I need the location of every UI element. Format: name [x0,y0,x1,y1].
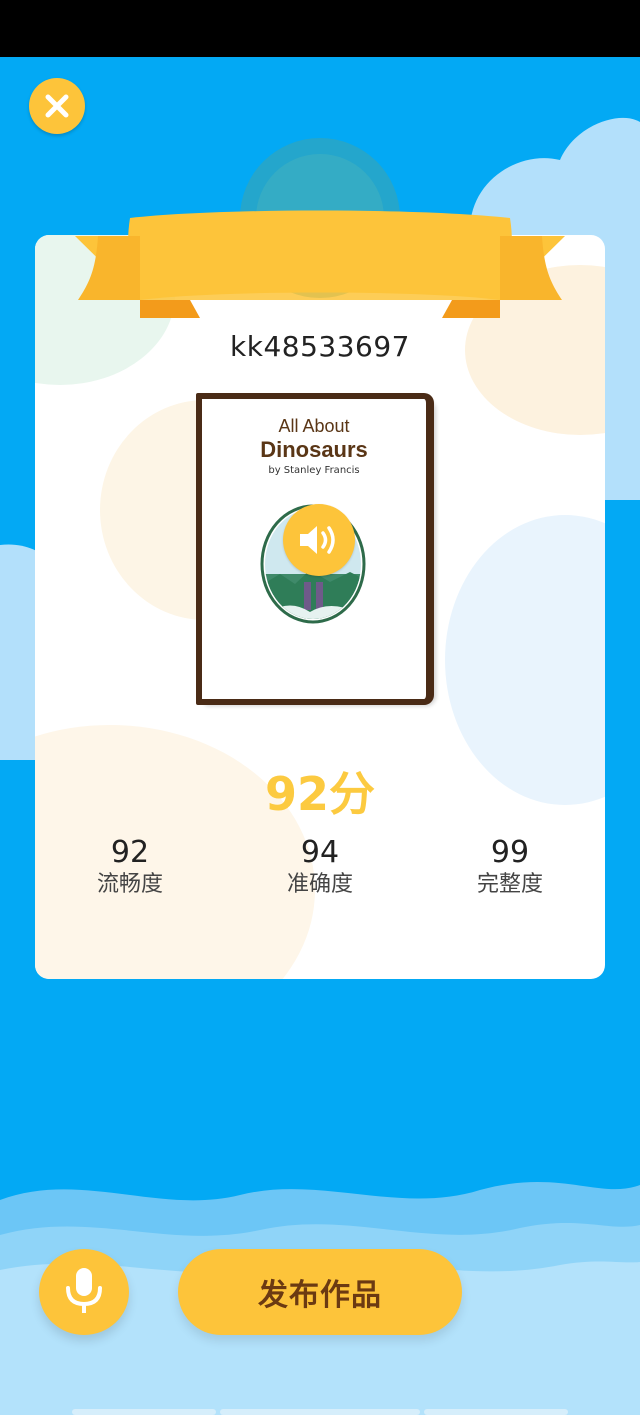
book-author: by Stanley Francis [268,465,360,476]
metric-completeness: 99 完整度 [420,836,600,900]
record-button[interactable] [39,1249,129,1335]
metric-label: 完整度 [476,872,543,897]
metric-value: 92 [110,835,150,870]
metric-value: 94 [300,835,340,870]
nav-indicator [220,1409,420,1415]
metric-fluency: 92 流畅度 [40,836,220,900]
play-audio-button[interactable] [283,504,355,576]
metric-value: 99 [490,835,530,870]
username: kk48533697 [230,330,410,363]
book-title-line1: All About [278,416,350,436]
nav-indicator [424,1409,568,1415]
metric-label: 准确度 [286,872,353,897]
speaker-icon [300,526,335,554]
microphone-icon [66,1268,102,1313]
publish-button[interactable]: 发布作品 [178,1249,462,1335]
metric-label: 流畅度 [96,872,163,897]
nav-indicator [72,1409,216,1415]
total-score: 92分 [264,767,375,821]
book-title-line2: Dinosaurs [260,437,368,462]
ribbon-banner [75,138,565,318]
metric-accuracy: 94 准确度 [230,836,410,900]
